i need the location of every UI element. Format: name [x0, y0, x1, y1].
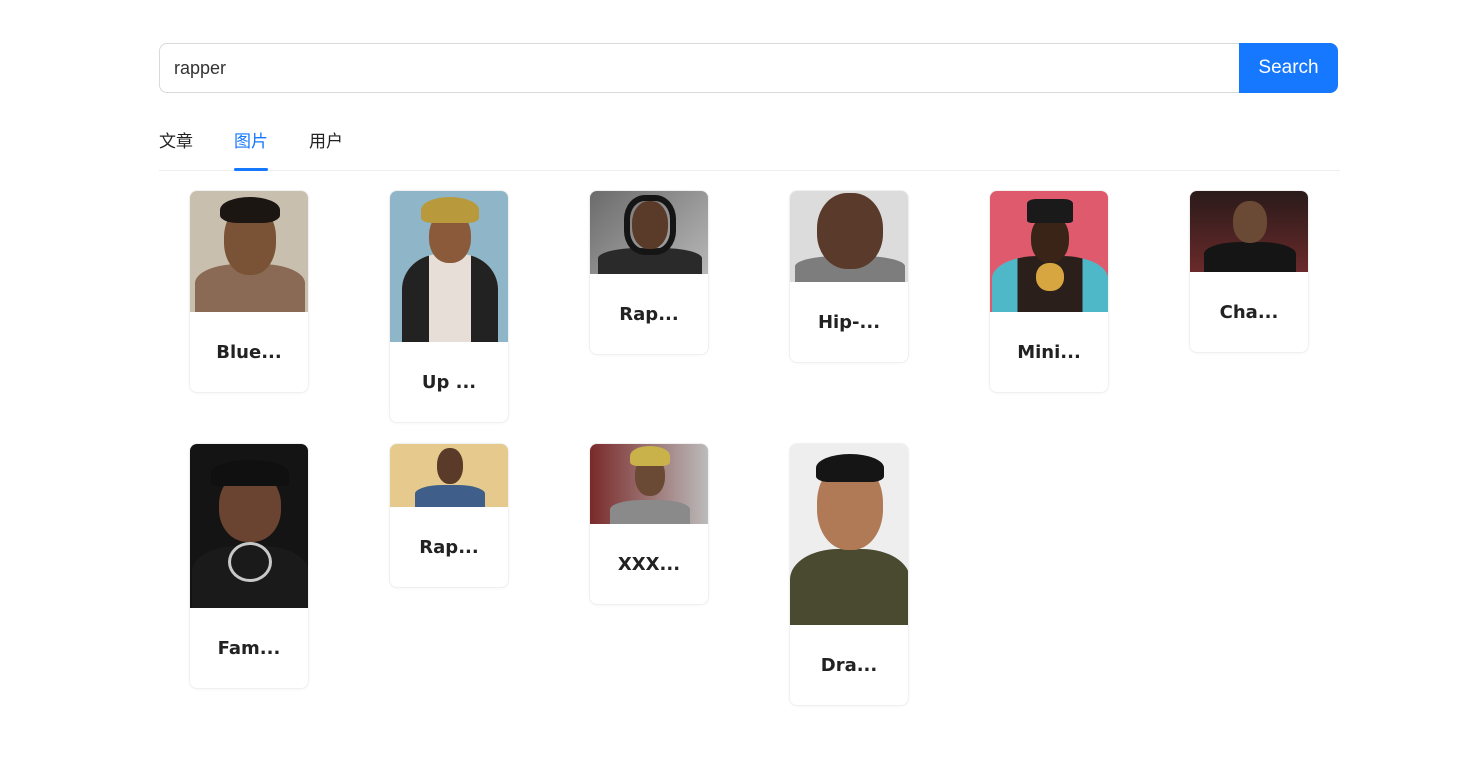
result-image — [190, 191, 308, 312]
result-image — [790, 191, 908, 282]
tab-articles[interactable]: 文章 — [159, 130, 193, 171]
result-image — [390, 191, 508, 342]
search-button[interactable]: Search — [1239, 43, 1338, 93]
result-image — [1190, 191, 1308, 272]
result-image — [190, 444, 308, 608]
result-image — [990, 191, 1108, 312]
result-title: Hip-... — [817, 311, 881, 333]
result-title: Fam... — [217, 637, 281, 659]
result-title: Dra... — [820, 654, 878, 676]
result-image — [590, 444, 708, 524]
result-image — [790, 444, 908, 625]
image-result-card[interactable]: Up ... — [389, 190, 509, 423]
result-title: Mini... — [1017, 341, 1081, 363]
result-title: Cha... — [1219, 301, 1279, 323]
result-title: XXX... — [617, 553, 681, 575]
image-result-card[interactable]: Hip-... — [789, 190, 909, 363]
image-result-card[interactable]: Fam... — [189, 443, 309, 689]
image-result-card[interactable]: XXX... — [589, 443, 709, 605]
image-result-card[interactable]: Blue... — [189, 190, 309, 393]
search-bar: Search — [159, 43, 1338, 93]
result-title: Blue... — [216, 341, 282, 363]
image-result-card[interactable]: Rap... — [589, 190, 709, 355]
result-title: Rap... — [419, 536, 479, 558]
tab-bar: 文章 图片 用户 — [159, 120, 1340, 171]
image-result-card[interactable]: Cha... — [1189, 190, 1309, 353]
image-result-card[interactable]: Rap... — [389, 443, 509, 588]
image-result-card[interactable]: Dra... — [789, 443, 909, 706]
search-input[interactable] — [159, 43, 1239, 93]
tab-users[interactable]: 用户 — [309, 130, 343, 171]
image-result-card[interactable]: Mini... — [989, 190, 1109, 393]
result-title: Up ... — [421, 371, 477, 393]
result-image — [590, 191, 708, 274]
result-image — [390, 444, 508, 507]
tab-images[interactable]: 图片 — [234, 130, 268, 171]
result-title: Rap... — [619, 303, 679, 325]
